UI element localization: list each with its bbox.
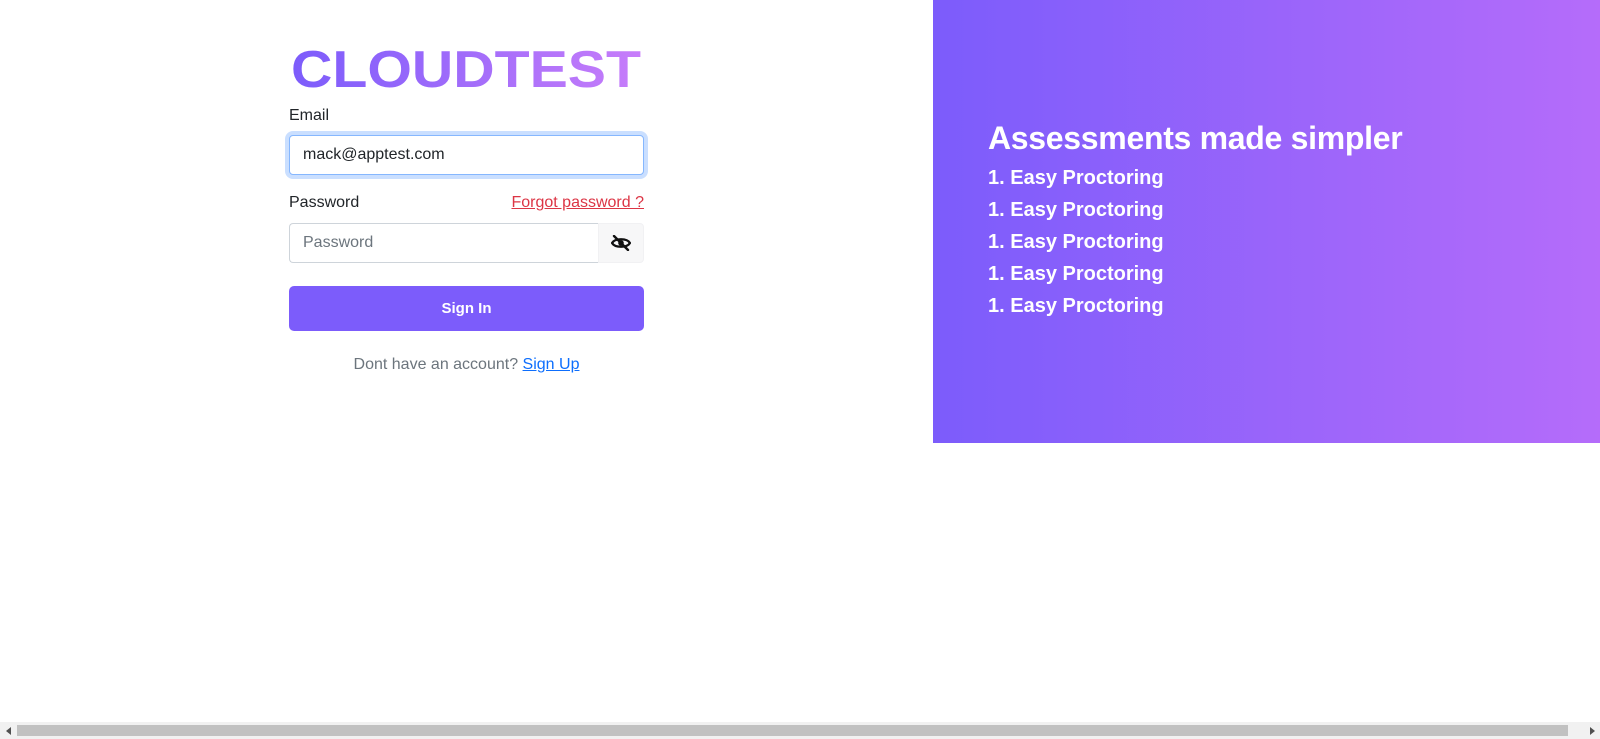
logo-text: CLOUDTEST <box>291 44 641 94</box>
horizontal-scrollbar[interactable] <box>0 722 1600 739</box>
login-page: CLOUDTEST Email Password Forgot password… <box>0 0 1600 739</box>
promo-feature-item: 1. Easy Proctoring <box>988 231 1164 253</box>
scroll-right-button[interactable] <box>1583 722 1600 739</box>
email-label: Email <box>289 107 330 124</box>
login-form: CLOUDTEST Email Password Forgot password… <box>289 44 644 373</box>
promo-feature-list: 1. Easy Proctoring 1. Easy Proctoring 1.… <box>988 165 1164 325</box>
promo-feature-item: 1. Easy Proctoring <box>988 295 1164 317</box>
sign-in-button[interactable]: Sign In <box>289 286 644 331</box>
signup-prompt-text: Dont have an account? <box>353 356 519 373</box>
promo-feature-item: 1. Easy Proctoring <box>988 199 1164 221</box>
caret-left-icon <box>5 726 11 735</box>
promo-feature-item: 1. Easy Proctoring <box>988 167 1164 189</box>
email-field[interactable] <box>289 135 644 175</box>
password-field[interactable] <box>289 223 598 263</box>
scrollbar-thumb[interactable] <box>17 725 1568 736</box>
cloudtest-logo: CLOUDTEST <box>291 44 641 94</box>
promo-panel: Assessments made simpler 1. Easy Proctor… <box>933 0 1600 443</box>
sign-up-link[interactable]: Sign Up <box>523 356 580 373</box>
caret-right-icon <box>1589 726 1595 735</box>
scroll-left-button[interactable] <box>0 722 17 739</box>
promo-title: Assessments made simpler <box>988 120 1403 156</box>
signup-prompt-row: Dont have an account? Sign Up <box>289 356 644 374</box>
toggle-password-visibility-button[interactable] <box>598 223 644 263</box>
forgot-password-link[interactable]: Forgot password ? <box>511 194 644 212</box>
promo-feature-item: 1. Easy Proctoring <box>988 263 1164 285</box>
password-label: Password <box>289 194 360 211</box>
eye-slash-icon <box>611 235 631 251</box>
password-input-group <box>289 223 644 263</box>
